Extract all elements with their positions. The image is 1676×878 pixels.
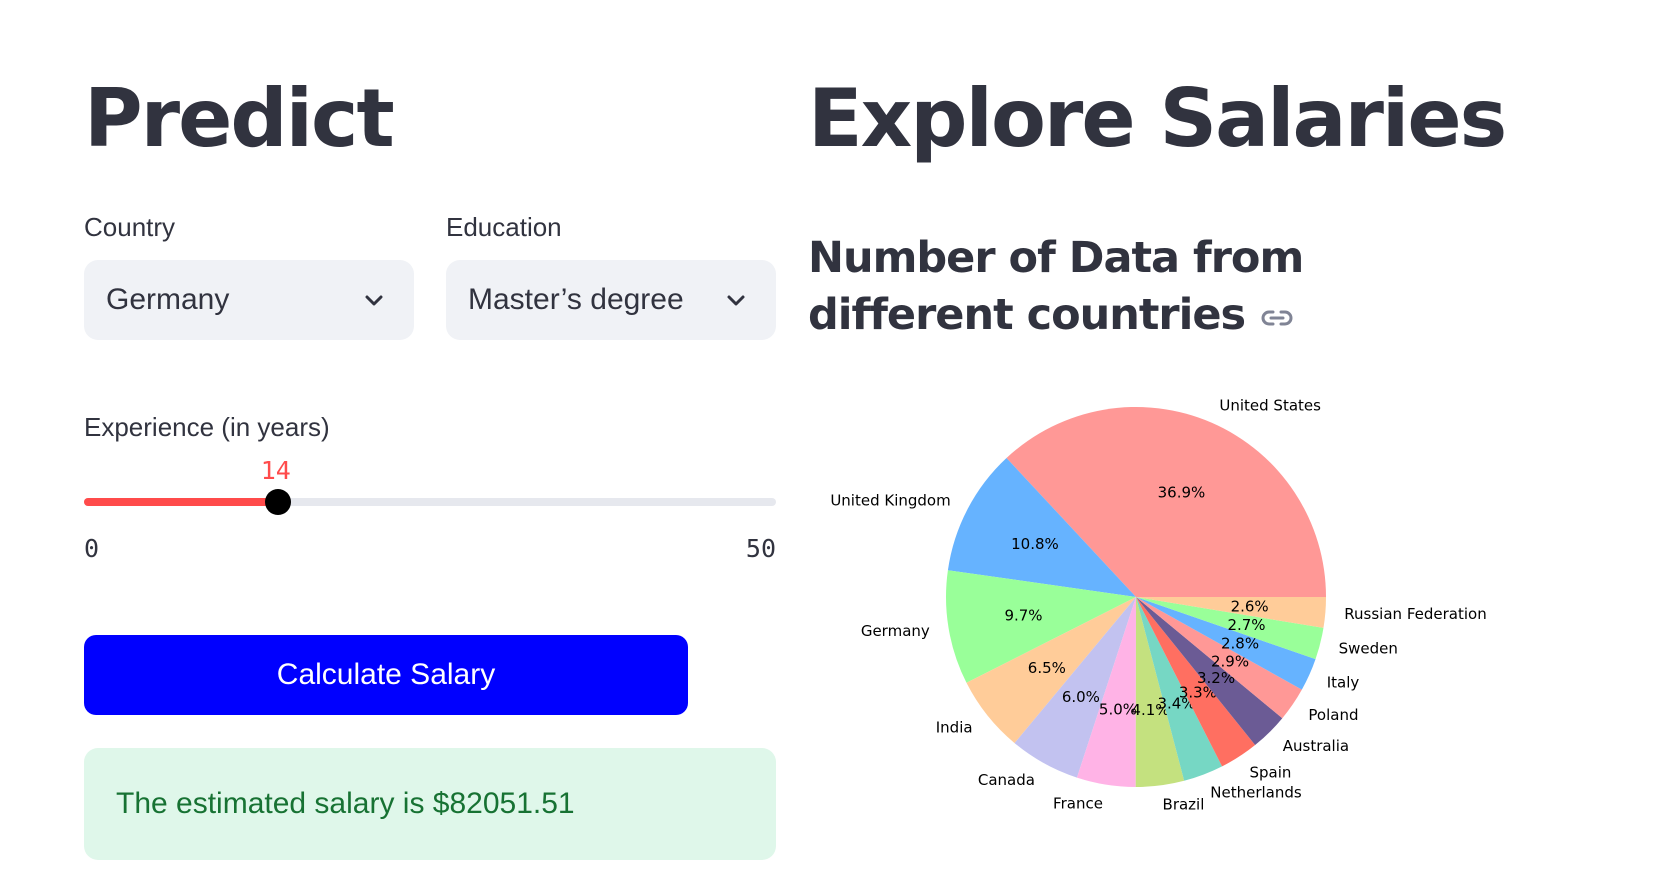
pie-category-label: Russian Federation (1344, 605, 1486, 623)
experience-value: 14 (260, 456, 291, 485)
pie-pct-label: 2.6% (1231, 597, 1269, 615)
pie-category-label: Netherlands (1210, 783, 1302, 801)
pie-category-label: Brazil (1163, 795, 1205, 813)
pie-category-label: United States (1219, 396, 1321, 414)
link-icon[interactable] (1259, 306, 1295, 330)
pie-pct-label: 6.5% (1028, 659, 1066, 677)
experience-slider-fill (84, 498, 278, 506)
pie-category-label: United Kingdom (830, 491, 950, 509)
pie-category-label: Sweden (1339, 639, 1398, 657)
experience-label: Experience (in years) (84, 412, 330, 442)
salary-result-text: The estimated salary is $82051.51 (116, 787, 575, 820)
country-pie-chart: 36.9% United States 10.8% United Kingdom 9.7… (830, 396, 1486, 813)
pie-pct-label: 36.9% (1158, 483, 1206, 501)
country-select-value: Germany (106, 283, 230, 316)
pie-category-label: Germany (861, 622, 930, 640)
experience-slider[interactable] (84, 489, 776, 515)
experience-slider-thumb[interactable] (264, 489, 291, 515)
chevron-down-icon (727, 295, 745, 306)
calculate-salary-button[interactable]: Calculate Salary (84, 635, 688, 715)
chart-heading-text: Number of Data from different countries (808, 233, 1304, 340)
education-select[interactable]: Master’s degree (446, 260, 776, 340)
education-select-value: Master’s degree (468, 283, 684, 316)
pie-pct-label: 6.0% (1062, 688, 1100, 706)
chevron-down-icon (365, 295, 383, 306)
predict-title: Predict (84, 72, 395, 165)
chart-heading: Number of Data from different countries (808, 230, 1508, 344)
experience-min-label: 0 (84, 534, 100, 563)
pie-pct-label: 10.8% (1011, 535, 1059, 553)
experience-max-label: 50 (745, 534, 776, 563)
explore-title: Explore Salaries (808, 72, 1507, 165)
salary-result-alert: The estimated salary is $82051.51 (84, 748, 776, 860)
pie-category-label: Canada (978, 771, 1035, 789)
pie-pct-label: 2.7% (1227, 616, 1265, 634)
pie-category-label: France (1053, 794, 1103, 812)
pie-category-label: Italy (1327, 673, 1360, 691)
country-select[interactable]: Germany (84, 260, 414, 340)
pie-category-label: Poland (1308, 706, 1358, 724)
pie-category-label: Spain (1249, 764, 1291, 782)
pie-category-label: India (936, 718, 973, 736)
education-label: Education (446, 212, 562, 242)
country-label: Country (84, 212, 176, 242)
pie-pct-label: 9.7% (1004, 607, 1042, 625)
pie-category-label: Australia (1283, 737, 1349, 755)
